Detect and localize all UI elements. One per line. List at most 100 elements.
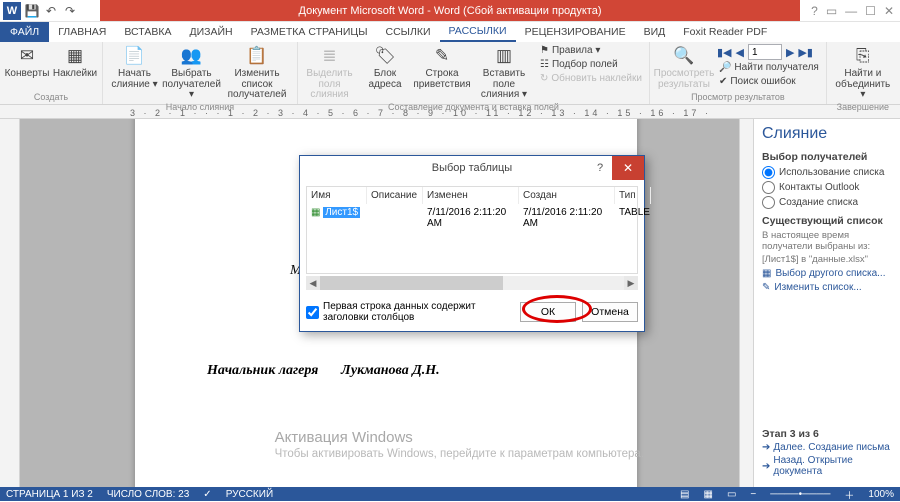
table-h-scrollbar[interactable]: ◀ ▶ [306, 276, 638, 290]
ribbon-display-icon[interactable]: ▭ [826, 4, 837, 18]
greeting-line-button[interactable]: ✎Строка приветствия [414, 44, 470, 90]
zoom-out-icon[interactable]: − [750, 489, 756, 500]
use-list-radio[interactable]: Использование списка [762, 166, 892, 179]
labels-button[interactable]: ▦Наклейки [53, 44, 97, 80]
ribbon-help-icon[interactable]: ? [811, 4, 818, 18]
zoom-slider[interactable]: ────•──── [770, 489, 830, 500]
pane-note: В настоящее время получатели выбраны из: [762, 230, 892, 252]
ok-button[interactable]: ОК [520, 302, 576, 322]
maximize-icon[interactable]: ☐ [865, 4, 876, 18]
status-words[interactable]: ЧИСЛО СЛОВ: 23 [107, 489, 189, 500]
group-label: Просмотр результатов [655, 91, 821, 104]
next-record-icon[interactable]: ▶ [786, 46, 794, 59]
group-create: ✉Конверты ▦Наклейки Создать [0, 42, 103, 104]
preview-icon: 🔍 [671, 44, 697, 68]
check-errors-button[interactable]: ✔︎Поиск ошибок [717, 75, 821, 88]
minimize-icon[interactable]: — [845, 4, 857, 18]
view-print-icon[interactable]: ▦ [703, 489, 712, 500]
dialog-close-icon[interactable]: ✕ [612, 156, 644, 180]
pane-source: [Лист1$] в "данные.xlsx" [762, 254, 892, 265]
tab-file[interactable]: ФАЙЛ [0, 22, 49, 42]
envelopes-button[interactable]: ✉Конверты [5, 44, 49, 80]
outlook-radio[interactable]: Контакты Outlook [762, 181, 892, 194]
scroll-left-icon[interactable]: ◀ [306, 276, 320, 290]
status-bar: СТРАНИЦА 1 ИЗ 2 ЧИСЛО СЛОВ: 23 ✓ РУССКИЙ… [0, 487, 900, 501]
col-created[interactable]: Создан [519, 187, 615, 204]
select-table-dialog: Выбор таблицы ? ✕ Имя Описание Изменен С… [299, 155, 645, 332]
row-desc [367, 204, 423, 232]
view-web-icon[interactable]: ▭ [727, 489, 736, 500]
view-readmode-icon[interactable]: ▤ [680, 489, 689, 500]
vertical-scrollbar[interactable] [739, 119, 753, 487]
insert-field-button[interactable]: ▥Вставить поле слияния ▾ [474, 44, 534, 101]
tab-insert[interactable]: ВСТАВКА [115, 22, 180, 42]
dialog-title-bar[interactable]: Выбор таблицы ? ✕ [300, 156, 644, 180]
find-recipient-button[interactable]: 🔎Найти получателя [717, 61, 821, 74]
prev-record-icon[interactable]: ◀ [735, 46, 743, 59]
first-record-icon[interactable]: ▮◀ [717, 46, 732, 59]
vertical-ruler [0, 119, 20, 487]
title-bar: W 💾 ↶ ↷ Документ Microsoft Word - Word (… [0, 0, 900, 22]
preview-results-button: 🔍Просмотреть результаты [655, 44, 713, 90]
cancel-button[interactable]: Отмена [582, 302, 638, 322]
field-icon: ▥ [491, 44, 517, 68]
rules-button[interactable]: ⚑Правила ▾ [538, 44, 644, 57]
highlight-icon: ≣ [317, 44, 343, 68]
status-page[interactable]: СТРАНИЦА 1 ИЗ 2 [6, 489, 93, 500]
tab-home[interactable]: ГЛАВНАЯ [49, 22, 115, 42]
arrow-right-icon: ➔ [762, 442, 770, 453]
ribbon-tabs: ФАЙЛ ГЛАВНАЯ ВСТАВКА ДИЗАЙН РАЗМЕТКА СТР… [0, 22, 900, 42]
pane-title: Слияние [762, 125, 892, 143]
choose-other-list-link[interactable]: ▦Выбор другого списка... [762, 268, 892, 279]
update-labels-button: ↻Обновить наклейки [538, 72, 644, 85]
horizontal-ruler: 3 · 2 · 1 · · · 1 · 2 · 3 · 4 · 5 · 6 · … [0, 105, 900, 119]
table-header-row: Имя Описание Изменен Создан Тип [307, 187, 637, 204]
redo-icon[interactable]: ↷ [62, 3, 78, 19]
close-icon[interactable]: ✕ [884, 4, 894, 18]
record-number-input[interactable] [748, 44, 782, 60]
select-recipients-button[interactable]: 👥Выбрать получателей ▾ [165, 44, 218, 101]
doc-text-name: Лукманова Д.Н. [341, 363, 440, 379]
row-type: TABLE [615, 204, 651, 232]
tab-foxit[interactable]: Foxit Reader PDF [674, 22, 776, 42]
labels-icon: ▦ [62, 44, 88, 68]
tab-review[interactable]: РЕЦЕНЗИРОВАНИЕ [516, 22, 635, 42]
tab-mailings[interactable]: РАССЫЛКИ [440, 22, 516, 42]
finish-icon: ⎘ [850, 44, 876, 68]
tab-layout[interactable]: РАЗМЕТКА СТРАНИЦЫ [242, 22, 377, 42]
scroll-thumb[interactable] [320, 276, 503, 290]
wizard-next-link[interactable]: ➔Далее. Создание письма [762, 442, 892, 453]
quick-access-toolbar: 💾 ↶ ↷ [24, 3, 78, 19]
highlight-fields-button: ≣Выделить поля слияния [303, 44, 356, 101]
scroll-right-icon[interactable]: ▶ [624, 276, 638, 290]
table-row[interactable]: ▦ Лист1$ 7/11/2016 2:11:20 AM 7/11/2016 … [307, 204, 637, 232]
row-name: Лист1$ [323, 207, 360, 218]
col-desc[interactable]: Описание [367, 187, 423, 204]
pane-section-recipients: Выбор получателей [762, 151, 892, 163]
ribbon: ✉Конверты ▦Наклейки Создать 📄Начать слия… [0, 42, 900, 105]
tab-references[interactable]: ССЫЛКИ [376, 22, 439, 42]
tab-view[interactable]: ВИД [635, 22, 675, 42]
edit-list-link[interactable]: ✎Изменить список... [762, 282, 892, 293]
undo-icon[interactable]: ↶ [43, 3, 59, 19]
edit-recipients-button[interactable]: 📋Изменить список получателей [222, 44, 292, 101]
tables-list[interactable]: Имя Описание Изменен Создан Тип ▦ Лист1$… [306, 186, 638, 274]
new-list-radio[interactable]: Создание списка [762, 196, 892, 209]
col-modified[interactable]: Изменен [423, 187, 519, 204]
match-fields-button[interactable]: ☷Подбор полей [538, 58, 644, 71]
zoom-in-icon[interactable]: ＋ [844, 487, 854, 502]
status-language[interactable]: РУССКИЙ [226, 489, 273, 500]
tab-design[interactable]: ДИЗАЙН [180, 22, 241, 42]
address-block-button[interactable]: 🏷Блок адреса [360, 44, 410, 90]
wizard-back-link[interactable]: ➔Назад. Открытие документа [762, 455, 892, 477]
col-name[interactable]: Имя [307, 187, 367, 204]
dialog-help-icon[interactable]: ? [588, 156, 612, 180]
proofing-icon[interactable]: ✓ [203, 489, 211, 500]
col-type[interactable]: Тип [615, 187, 651, 204]
start-merge-button[interactable]: 📄Начать слияние ▾ [108, 44, 161, 90]
save-icon[interactable]: 💾 [24, 3, 40, 19]
zoom-level[interactable]: 100% [868, 489, 894, 500]
finish-merge-button[interactable]: ⎘Найти и объединить ▾ [832, 44, 894, 101]
last-record-icon[interactable]: ▶▮ [798, 46, 813, 59]
first-row-headers-checkbox[interactable]: Первая строка данных содержит заголовки … [306, 301, 514, 323]
